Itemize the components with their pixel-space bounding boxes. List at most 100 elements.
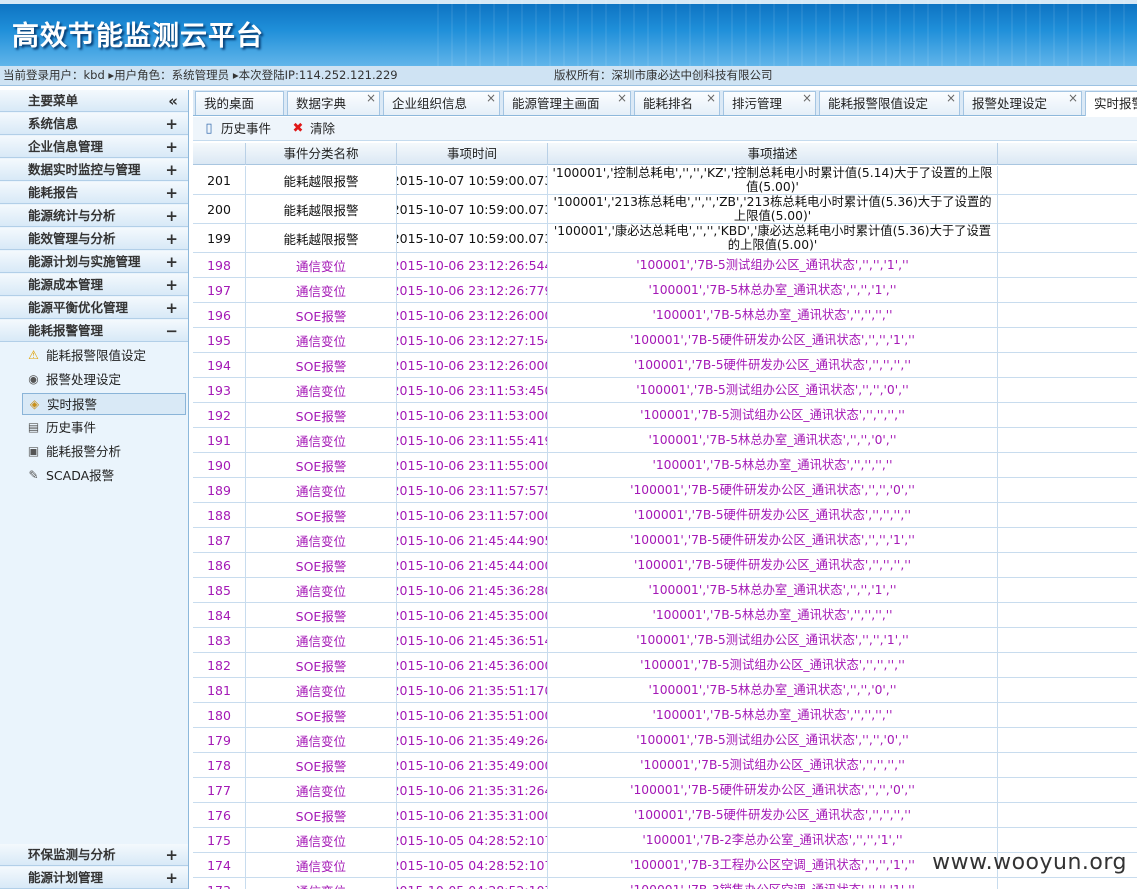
tab-4[interactable]: 能耗排名 ×	[634, 91, 720, 115]
sidebar-menu-energy-plan[interactable]: 能源计划管理 +	[0, 867, 188, 889]
row-time: 2015-10-06 21:45:44:905	[397, 528, 548, 552]
sidebar-menu-0[interactable]: 系统信息 +	[0, 113, 188, 135]
table-row[interactable]: 191 通信变位 2015-10-06 23:11:55:419'100001','…	[193, 428, 1137, 453]
close-icon[interactable]: ×	[946, 92, 956, 110]
column-header-time[interactable]: 事项时间	[397, 143, 548, 165]
sidebar-subitem-1[interactable]: ◉ 报警处理设定	[22, 369, 186, 391]
close-icon[interactable]: ×	[706, 92, 716, 110]
table-row[interactable]: 179 通信变位 2015-10-06 21:35:49:264'100001','…	[193, 728, 1137, 753]
row-time: 2015-10-05 04:28:52:107	[397, 878, 548, 889]
sidebar-menu-6[interactable]: 能源计划与实施管理 +	[0, 251, 188, 273]
expand-icon[interactable]: +	[165, 867, 178, 889]
table-row[interactable]: 176 SOE报警 2015-10-06 21:35:31:000'100001',…	[193, 803, 1137, 828]
table-row[interactable]: 195 通信变位 2015-10-06 23:12:27:154'100001','…	[193, 328, 1137, 353]
sidebar-subitem-3[interactable]: ▤ 历史事件	[22, 417, 186, 439]
expand-icon[interactable]: +	[165, 113, 178, 135]
sidebar-subitem-0[interactable]: ⚠ 能耗报警限值设定	[22, 345, 186, 367]
sidebar-menu-9[interactable]: 能耗报警管理 −	[0, 320, 188, 342]
row-description: '100001','7B-5林总办室_通讯状态','','','',''	[548, 703, 998, 727]
expand-icon[interactable]: +	[165, 228, 178, 250]
close-icon[interactable]: ×	[1068, 92, 1078, 110]
tab-7[interactable]: 报警处理设定 ×	[963, 91, 1082, 115]
table-row[interactable]: 188 SOE报警 2015-10-06 23:11:57:000'100001',…	[193, 503, 1137, 528]
sidebar-menu-4[interactable]: 能源统计与分析 +	[0, 205, 188, 227]
row-filler	[998, 628, 1137, 652]
sidebar-menu-7[interactable]: 能源成本管理 +	[0, 274, 188, 296]
sidebar-menu-5[interactable]: 能效管理与分析 +	[0, 228, 188, 250]
close-icon[interactable]: ×	[486, 92, 496, 110]
tab-3[interactable]: 能源管理主画面 ×	[503, 91, 631, 115]
row-filler	[998, 778, 1137, 802]
table-row[interactable]: 192 SOE报警 2015-10-06 23:11:53:000'100001',…	[193, 403, 1137, 428]
history-events-button[interactable]: ▯ 历史事件	[199, 119, 271, 139]
expand-icon[interactable]: «	[168, 90, 178, 112]
column-header-description[interactable]: 事项描述	[548, 143, 998, 165]
row-description: '100001','7B-5硬件研发办公区_通讯状态','','','',''	[548, 803, 998, 827]
row-category: 能耗越限报警	[246, 166, 397, 194]
close-icon[interactable]: ×	[366, 92, 376, 110]
sidebar-subitem-5[interactable]: ✎ SCADA报警	[22, 465, 186, 487]
expand-icon[interactable]: +	[165, 251, 178, 273]
table-row[interactable]: 180 SOE报警 2015-10-06 21:35:51:000'100001',…	[193, 703, 1137, 728]
table-row[interactable]: 190 SOE报警 2015-10-06 23:11:55:000'100001',…	[193, 453, 1137, 478]
table-row[interactable]: 200 能耗越限报警 2015-10-07 10:59:00.073'100001'…	[193, 195, 1137, 224]
table-row[interactable]: 173通信变位2015-10-05 04:28:52:107'100001','…	[193, 878, 1137, 889]
table-row[interactable]: 187 通信变位 2015-10-06 21:45:44:905'100001','…	[193, 528, 1137, 553]
table-row[interactable]: 196 SOE报警 2015-10-06 23:12:26:000'100001',…	[193, 303, 1137, 328]
close-icon[interactable]: ×	[617, 92, 627, 110]
table-row[interactable]: 198 通信变位 2015-10-06 23:12:26:544'100001','…	[193, 253, 1137, 278]
monitor-icon: ▣	[27, 444, 40, 458]
table-row[interactable]: 178 SOE报警 2015-10-06 21:35:49:000'100001',…	[193, 753, 1137, 778]
sidebar-subitem-4[interactable]: ▣ 能耗报警分析	[22, 441, 186, 463]
table-row[interactable]: 189 通信变位 2015-10-06 23:11:57:575'100001','…	[193, 478, 1137, 503]
tab-8[interactable]: 实时报警	[1085, 91, 1137, 116]
expand-icon[interactable]: +	[165, 182, 178, 204]
table-row[interactable]: 199 能耗越限报警 2015-10-07 10:59:00.073'100001'…	[193, 224, 1137, 253]
row-filler	[998, 195, 1137, 223]
row-category: 通信变位	[246, 853, 397, 877]
expand-icon[interactable]: +	[165, 159, 178, 181]
expand-icon[interactable]: +	[165, 274, 178, 296]
table-row[interactable]: 181 通信变位 2015-10-06 21:35:51:170'100001','…	[193, 678, 1137, 703]
expand-icon[interactable]: +	[165, 205, 178, 227]
tab-6[interactable]: 能耗报警限值设定 ×	[819, 91, 960, 115]
tab-1[interactable]: 数据字典 ×	[287, 91, 380, 115]
expand-icon[interactable]: +	[165, 844, 178, 866]
row-description: '100001','7B-5硬件研发办公区_通讯状态','','','0',''	[548, 778, 998, 802]
sidebar-menu-1[interactable]: 企业信息管理 +	[0, 136, 188, 158]
expand-icon[interactable]: +	[165, 136, 178, 158]
table-row[interactable]: 185 通信变位 2015-10-06 21:45:36:280'100001','…	[193, 578, 1137, 603]
table-row[interactable]: 177 通信变位 2015-10-06 21:35:31:264'100001','…	[193, 778, 1137, 803]
tab-label: 能耗报警限值设定	[828, 96, 929, 111]
close-icon[interactable]: ×	[802, 92, 812, 110]
sidebar-menu-3[interactable]: 能耗报告 +	[0, 182, 188, 204]
sidebar-menu-8[interactable]: 能源平衡优化管理 +	[0, 297, 188, 319]
sidebar-header-main-menu[interactable]: 主要菜单 «	[0, 90, 188, 112]
table-row[interactable]: 183 通信变位 2015-10-06 21:45:36:514'100001','…	[193, 628, 1137, 653]
table-row[interactable]: 197 通信变位 2015-10-06 23:12:26:779'100001','…	[193, 278, 1137, 303]
tab-label: 排污管理	[732, 96, 783, 111]
expand-icon[interactable]: +	[165, 297, 178, 319]
tab-2[interactable]: 企业组织信息 ×	[383, 91, 500, 115]
table-row[interactable]: 182 SOE报警 2015-10-06 21:45:36:000'100001',…	[193, 653, 1137, 678]
tab-0[interactable]: 我的桌面	[195, 91, 284, 115]
table-row[interactable]: 201 能耗越限报警 2015-10-07 10:59:00.073'100001'…	[193, 166, 1137, 195]
column-header-category[interactable]: 事件分类名称	[246, 143, 397, 165]
sidebar-subitem-2[interactable]: ◈ 实时报警	[22, 393, 186, 415]
row-category: 通信变位	[246, 778, 397, 802]
table-row[interactable]: 184 SOE报警 2015-10-06 21:45:35:000'100001',…	[193, 603, 1137, 628]
table-row[interactable]: 193 通信变位 2015-10-06 23:11:53:450'100001','…	[193, 378, 1137, 403]
sidebar-menu-2[interactable]: 数据实时监控与管理 +	[0, 159, 188, 181]
clear-button[interactable]: ✖ 清除	[288, 119, 335, 139]
table-row[interactable]: 194 SOE报警 2015-10-06 23:12:26:000'100001',…	[193, 353, 1137, 378]
tab-label: 数据字典	[296, 96, 347, 111]
row-index: 189	[193, 478, 246, 502]
row-description: '100001','7B-3销售办公区空调_通讯状态','','','1',''	[548, 878, 998, 889]
expand-icon[interactable]: −	[165, 320, 178, 342]
table-row[interactable]: 186 SOE报警 2015-10-06 21:45:44:000'100001',…	[193, 553, 1137, 578]
row-description: '100001','7B-5测试组办公区_通讯状态','','','1',''	[548, 628, 998, 652]
tab-5[interactable]: 排污管理 ×	[723, 91, 816, 115]
sidebar-subitem-label: SCADA报警	[46, 468, 115, 483]
row-index: 197	[193, 278, 246, 302]
sidebar-menu-env[interactable]: 环保监测与分析 +	[0, 844, 188, 866]
